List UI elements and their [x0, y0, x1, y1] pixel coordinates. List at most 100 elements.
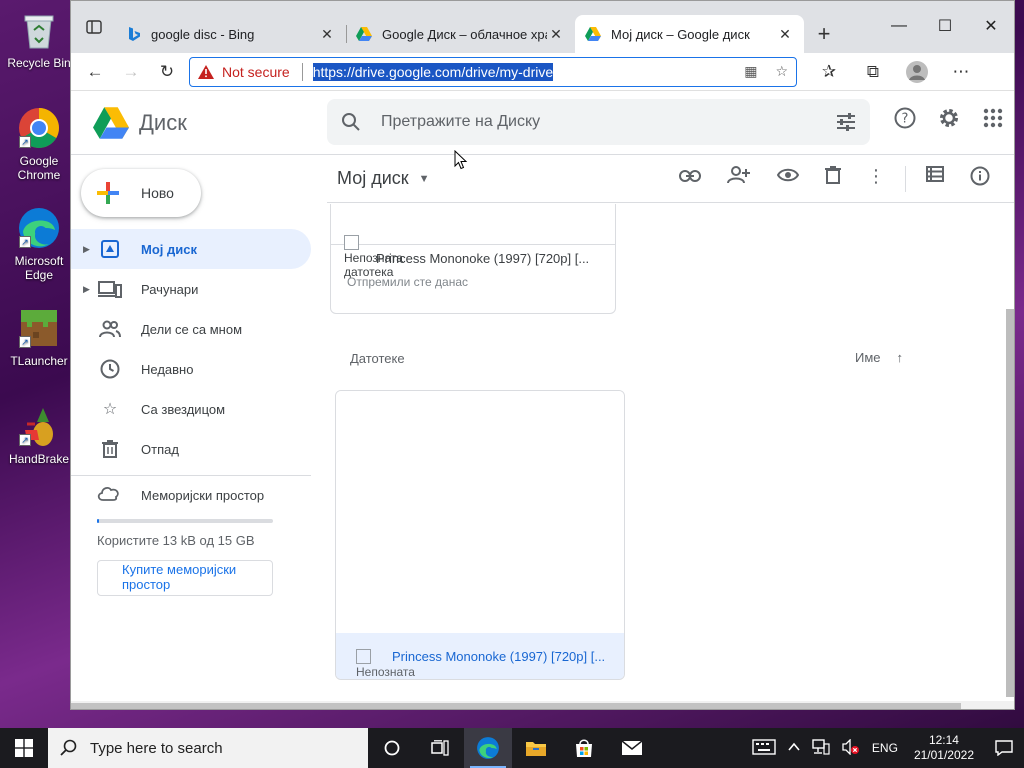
address-bar[interactable]: Not secure https://drive.google.com/driv… — [189, 56, 797, 87]
nav-item-recent[interactable]: Недавно — [71, 349, 311, 389]
profile-button[interactable] — [899, 56, 935, 88]
forward-button[interactable]: → — [113, 56, 149, 88]
buy-storage-button[interactable]: Купите меморијски простор — [97, 560, 273, 596]
search-icon — [60, 739, 77, 756]
tab-actions-button[interactable] — [71, 1, 117, 53]
scrollbar-thumb[interactable] — [1006, 309, 1014, 697]
browser-toolbar: ← → ↻ Not secure https://drive.google.co… — [71, 53, 1014, 91]
apps-grid-icon[interactable] — [982, 107, 1004, 129]
collections-button[interactable]: ⧉ — [855, 56, 891, 88]
cortana-button[interactable] — [368, 728, 416, 768]
settings-gear-icon[interactable] — [938, 107, 960, 129]
new-button[interactable]: Ново — [81, 169, 201, 217]
clock[interactable]: 12:14 21/01/2022 — [904, 733, 984, 763]
nav-item-starred[interactable]: ☆ Са звездицом — [71, 389, 311, 429]
nav-item-label: Са звездицом — [141, 401, 226, 417]
tab-google-drive[interactable]: Google Диск – облачное хран ✕ — [346, 15, 575, 53]
language-indicator[interactable]: ENG — [866, 741, 904, 755]
nav-item-shared-with-me[interactable]: Дели се са мном — [71, 309, 311, 349]
task-view-button[interactable] — [416, 728, 464, 768]
back-button[interactable]: ← — [77, 56, 113, 88]
eye-icon[interactable] — [776, 166, 800, 192]
store-bag-icon — [576, 739, 592, 757]
nav-item-trash[interactable]: Отпад — [71, 429, 311, 469]
minimize-icon: — — [891, 17, 907, 34]
desktop-icon-handbrake[interactable]: ↗ HandBrake — [6, 404, 72, 466]
search-input[interactable]: Претражите на Диску — [381, 113, 540, 131]
close-tab-icon[interactable]: ✕ — [547, 26, 565, 43]
refresh-button[interactable]: ↻ — [149, 56, 185, 88]
close-tab-icon[interactable]: ✕ — [318, 26, 336, 43]
nav-item-computers[interactable]: ▶ Рачунари — [71, 269, 311, 309]
start-button[interactable] — [0, 728, 48, 768]
list-view-icon[interactable] — [926, 165, 944, 192]
taskbar-mail[interactable] — [608, 728, 656, 768]
file-checkbox[interactable] — [356, 649, 371, 664]
desktop-icon-tlauncher[interactable]: ↗ TLauncher — [6, 306, 72, 368]
suggested-file-card[interactable]: Непозната датотека Princess Mononoke (19… — [330, 204, 616, 314]
sort-control[interactable]: Име ↑ — [855, 350, 903, 365]
desktop-icon-google-chrome[interactable]: ↗ Google Chrome — [6, 106, 72, 182]
chrome-icon: ↗ — [17, 106, 61, 150]
caret-down-icon[interactable]: ▼ — [419, 173, 430, 185]
file-area: Непозната датотека Princess Mononoke (19… — [327, 204, 1014, 709]
link-icon[interactable] — [679, 166, 701, 192]
desktop-icon-microsoft-edge[interactable]: ↗ Microsoft Edge — [6, 206, 72, 282]
close-icon: ✕ — [984, 18, 998, 35]
arrow-up-icon[interactable]: ↑ — [897, 350, 904, 365]
more-vertical-icon[interactable]: ⋮ — [867, 166, 885, 192]
taskbar-store[interactable] — [560, 728, 608, 768]
taskbar-search[interactable]: Type here to search — [48, 728, 368, 768]
taskbar-edge[interactable] — [464, 728, 512, 768]
page-title[interactable]: Мој диск — [337, 168, 409, 189]
not-secure-label[interactable]: Not secure — [222, 64, 290, 80]
file-card[interactable]: Princess Mononoke (1997) [720p] [... Неп… — [335, 390, 625, 680]
trash-icon[interactable] — [825, 165, 841, 192]
drive-logo[interactable]: Диск — [93, 106, 328, 139]
minimize-button[interactable]: — — [876, 1, 922, 51]
url-text[interactable]: https://drive.google.com/drive/my-drive — [312, 62, 554, 81]
vertical-scrollbar[interactable] — [1004, 205, 1014, 697]
help-icon[interactable]: ? — [894, 107, 916, 129]
file-type-label: Непозната — [356, 665, 415, 679]
tab-my-drive[interactable]: Мој диск – Google диск ✕ — [575, 15, 804, 53]
handbrake-pineapple-icon: ↗ — [17, 404, 61, 448]
windows-logo-icon — [15, 739, 33, 757]
app-available-icon[interactable]: ▦ — [744, 63, 757, 80]
tab-bing[interactable]: google disc - Bing ✕ — [117, 15, 346, 53]
google-drive-icon — [585, 27, 601, 41]
add-person-icon[interactable] — [727, 165, 751, 192]
action-center-button[interactable] — [984, 740, 1024, 756]
nav-item-storage[interactable]: Меморијски простор — [71, 475, 311, 515]
file-checkbox[interactable] — [344, 235, 359, 250]
favorites-icon: ✰ — [821, 61, 837, 81]
nav-item-my-drive[interactable]: ▶ Мој диск — [71, 229, 311, 269]
drive-search-bar[interactable]: Претражите на Диску — [327, 99, 870, 145]
settings-more-button[interactable]: ⋯ — [943, 56, 979, 88]
close-window-button[interactable]: ✕ — [968, 1, 1014, 51]
nav-item-label: Отпад — [141, 441, 179, 457]
keyboard-icon[interactable] — [746, 738, 782, 758]
storage-label: Меморијски простор — [141, 487, 265, 503]
expand-arrow-icon[interactable]: ▶ — [83, 244, 93, 255]
taskbar-file-explorer[interactable] — [512, 728, 560, 768]
address-separator — [301, 62, 303, 81]
add-favorite-icon[interactable]: ☆ — [775, 63, 788, 80]
maximize-button[interactable]: ☐ — [922, 1, 968, 51]
info-icon[interactable] — [970, 166, 990, 192]
chevron-up-icon[interactable] — [782, 741, 806, 755]
close-tab-icon[interactable]: ✕ — [776, 26, 794, 43]
search-options-icon[interactable] — [836, 113, 856, 131]
desktop-icon-recycle-bin[interactable]: Recycle Bin — [6, 8, 72, 70]
new-tab-button[interactable]: + — [804, 15, 844, 53]
taskbar-search-input[interactable]: Type here to search — [90, 740, 223, 757]
volume-muted-icon[interactable] — [836, 737, 866, 758]
file-name: Princess Mononoke (1997) [720p] [... — [376, 251, 590, 266]
favorites-button[interactable]: ✰ — [811, 56, 847, 88]
expand-arrow-icon[interactable]: ▶ — [83, 284, 93, 295]
scrollbar-thumb[interactable] — [71, 703, 961, 709]
search-icon[interactable] — [341, 112, 361, 132]
network-icon[interactable] — [806, 738, 836, 758]
horizontal-scrollbar[interactable] — [71, 701, 1014, 709]
folder-icon — [526, 742, 546, 756]
